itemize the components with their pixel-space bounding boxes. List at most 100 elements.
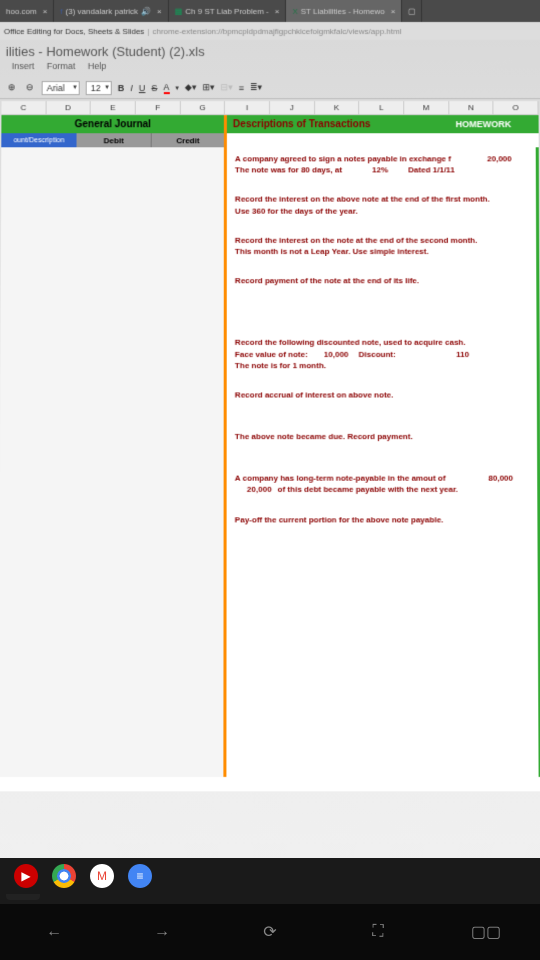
t1-rate: 12% — [372, 165, 388, 176]
bold-button[interactable]: B — [118, 83, 125, 93]
back-key[interactable]: ← — [34, 917, 74, 947]
col-F[interactable]: F — [136, 101, 181, 114]
t8-amt2: 20,000 — [247, 484, 272, 495]
url-text: chrome-extension://bpmcpldpdmajfigpchkic… — [152, 26, 401, 35]
t5-disc: 110 — [456, 348, 469, 359]
tab-stliab[interactable]: X ST Liabilities - Homewo × — [286, 0, 402, 22]
descriptions-header: Descriptions of Transactions — [227, 115, 428, 133]
merge-icon[interactable]: ⊟▾ — [221, 82, 233, 93]
col-D[interactable]: D — [46, 101, 91, 114]
spreadsheet[interactable]: C D E F G I J K L M N O General Journal … — [0, 101, 540, 791]
transaction-2: Record the interest on the above note at… — [235, 194, 528, 217]
underline-button[interactable]: U — [139, 83, 146, 93]
facebook-icon: f — [60, 6, 62, 15]
t5-fvlabel: Face value of note: — [235, 348, 308, 359]
tab-fb[interactable]: f (3) vandalark patrick🔊 × — [54, 0, 168, 22]
transaction-4: Record payment of the note at the end of… — [235, 275, 528, 286]
col-O[interactable]: O — [494, 101, 539, 114]
chrome-icon[interactable] — [52, 864, 76, 888]
transaction-7: The above note became due. Record paymen… — [235, 431, 529, 442]
menu-insert[interactable]: Insert — [12, 61, 35, 71]
column-headers: C D E F G I J K L M N O — [1, 101, 538, 115]
transaction-6: Record accrual of interest on above note… — [235, 389, 529, 400]
forward-key[interactable]: → — [142, 917, 182, 947]
transaction-3: Record the interest on the note at the e… — [235, 235, 528, 258]
tab-label: hoo.com — [6, 6, 37, 15]
text-color-button[interactable]: A — [163, 82, 169, 94]
close-icon[interactable]: × — [391, 6, 396, 15]
col-J[interactable]: J — [270, 101, 315, 114]
shelf: ▶ M ≡ — [0, 858, 540, 894]
tab-label: ST Liabilities - Homewo — [301, 6, 385, 15]
t8-amount: 80,000 — [488, 473, 529, 484]
header-row-1: General Journal Descriptions of Transact… — [1, 115, 538, 133]
menu-format[interactable]: Format — [47, 61, 76, 71]
menu-help[interactable]: Help — [88, 61, 107, 71]
t8-line1: A company has long-term note-payable in … — [235, 473, 446, 484]
browser-tabs: hoo.com × f (3) vandalark patrick🔊 × ▦Ch 9 … — [0, 0, 540, 22]
journal-entry-area[interactable] — [0, 147, 227, 777]
account-header: ount/Description — [1, 133, 76, 147]
overview-key[interactable]: ▢▢ — [466, 917, 506, 947]
refresh-key[interactable]: ⟳ — [250, 917, 290, 947]
credit-header: Credit — [152, 133, 227, 147]
t1-amount: 20,000 — [487, 153, 528, 164]
ext-name: Office Editing for Docs, Sheets & Slides — [4, 26, 144, 35]
col-E[interactable]: E — [91, 101, 136, 114]
t6-line1: Record accrual of interest on above note… — [235, 389, 529, 400]
align2-icon[interactable]: ≣▾ — [250, 82, 262, 93]
transactions-area: A company agreed to sign a notes payable… — [227, 147, 540, 777]
screen: hoo.com × f (3) vandalark patrick🔊 × ▦Ch 9 … — [0, 0, 540, 873]
toolbar: ⊕ ⊖ Arial 12 B I U S A▾ ◆▾ ⊞▾ ⊟▾ ≡ ≣▾ — [0, 77, 540, 99]
transaction-9: Pay-off the current portion for the abov… — [235, 514, 530, 525]
excel-icon: X — [292, 6, 297, 15]
col-C[interactable]: C — [1, 101, 46, 114]
zoom-in-icon[interactable]: ⊕ — [6, 82, 18, 94]
sheets-icon: ▦ — [175, 6, 183, 15]
gmail-icon[interactable]: M — [90, 864, 114, 888]
t3-line2: This month is not a Leap Year. Use simpl… — [235, 246, 528, 257]
t8-line2: of this debt became payable with the nex… — [278, 484, 458, 495]
speaker-icon: 🔊 — [141, 6, 151, 15]
title-area: ilities - Homework (Student) (2).xls Ins… — [0, 40, 540, 77]
col-N[interactable]: N — [449, 101, 494, 114]
t4-line1: Record payment of the note at the end of… — [235, 275, 528, 286]
t5-line1: Record the following discounted note, us… — [235, 337, 529, 348]
docs-icon[interactable]: ≡ — [128, 864, 152, 888]
close-icon[interactable]: × — [157, 6, 162, 15]
keyboard-nav-row: ← → ⟳ ⛶ ▢▢ — [0, 904, 540, 960]
doc-title: ilities - Homework (Student) (2).xls — [6, 44, 535, 59]
new-tab[interactable]: ▢ — [402, 0, 422, 22]
close-icon[interactable]: × — [43, 6, 48, 15]
menu-bar: Insert Format Help — [6, 59, 535, 73]
general-journal-header: General Journal — [1, 115, 227, 133]
col-G[interactable]: G — [181, 101, 226, 114]
size-select[interactable]: 12 — [86, 81, 112, 95]
font-select[interactable]: Arial — [42, 81, 80, 95]
align-icon[interactable]: ≡ — [239, 83, 244, 93]
t1-date: Dated 1/1/11 — [408, 165, 454, 176]
transaction-8: A company has long-term note-payable in … — [235, 473, 529, 496]
tab-ch9[interactable]: ▦Ch 9 ST Liab Problem - × — [169, 0, 287, 22]
t2-line2: Use 360 for the days of the year. — [235, 205, 528, 216]
col-L[interactable]: L — [360, 101, 405, 114]
youtube-icon[interactable]: ▶ — [14, 864, 38, 888]
t9-line1: Pay-off the current portion for the abov… — [235, 514, 530, 525]
italic-button[interactable]: I — [130, 83, 133, 93]
tab-label: Ch 9 ST Liab Problem - — [185, 6, 268, 15]
col-I[interactable]: I — [225, 101, 270, 114]
col-M[interactable]: M — [404, 101, 449, 114]
tab-yahoo[interactable]: hoo.com × — [0, 0, 54, 22]
close-icon[interactable]: × — [275, 6, 280, 15]
col-K[interactable]: K — [315, 101, 360, 114]
t1-line2: The note was for 80 days, at — [235, 165, 342, 176]
sheet-body: A company agreed to sign a notes payable… — [0, 147, 540, 777]
borders-icon[interactable]: ⊞▾ — [202, 82, 214, 93]
fullscreen-key[interactable]: ⛶ — [358, 917, 398, 947]
strike-button[interactable]: S — [151, 83, 157, 93]
t7-line1: The above note became due. Record paymen… — [235, 431, 529, 442]
debit-header: Debit — [77, 133, 152, 147]
fill-color-icon[interactable]: ◆▾ — [185, 82, 196, 93]
zoom-out-icon[interactable]: ⊖ — [24, 82, 36, 94]
tab-label: (3) vandalark patrick — [66, 6, 139, 15]
